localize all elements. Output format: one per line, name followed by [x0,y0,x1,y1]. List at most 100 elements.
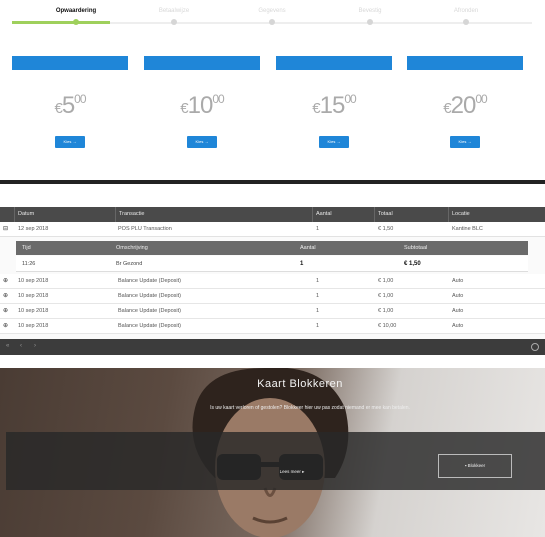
cell-amount: 1 [316,226,320,232]
amount-card-header [12,56,128,70]
amount-card-5: €500 Kies → [12,56,128,156]
col-header-total[interactable]: Totaal [374,207,393,222]
amount-card-header [276,56,392,70]
transactions-table: Datum Transactie Aantal Totaal Locatie ⊟… [0,207,545,355]
col-header-date[interactable]: Datum [14,207,34,222]
detail-cell-time: 11:26 [22,261,36,267]
col-header-location[interactable]: Locatie [448,207,470,222]
currency-symbol: € [54,100,62,117]
cell-location: Auto [452,308,464,314]
amount-card-header [407,56,523,70]
choose-10-button[interactable]: Kies → [187,136,217,148]
amount-price: €500 [12,82,128,119]
progress-stepper: Opwaardering Betaalwijze Gegevens Bevest… [12,0,532,34]
block-card-button[interactable]: ▪ Blokkeer [438,454,512,478]
step-3-dot [269,19,275,25]
detail-cell-amount: 1 [300,261,304,267]
step-4[interactable]: Bevestig [320,8,420,25]
collapse-row-icon[interactable]: ⊟ [3,222,8,237]
amount-cents: 00 [74,92,86,106]
cell-transaction: POS PLU Transaction [118,226,172,232]
step-5-label: Afronden [453,8,479,14]
expand-row-icon[interactable]: ⊕ [3,319,8,334]
choose-20-button[interactable]: Kies → [450,136,480,148]
hero-subtitle: Is uw kaart verloren of gestolen? Blokke… [210,405,410,411]
step-1-label: Opwaardering [55,8,97,14]
refresh-icon[interactable] [531,343,539,351]
detail-col-time: Tijd [22,245,31,251]
cell-date: 10 sep 2018 [18,293,49,299]
step-2[interactable]: Betaalwijze [124,8,224,25]
table-header: Datum Transactie Aantal Totaal Locatie [0,207,545,222]
expand-row-icon[interactable]: ⊕ [3,304,8,319]
first-page-icon[interactable]: « [6,343,9,349]
choose-15-button[interactable]: Kies → [319,136,349,148]
step-5[interactable]: Afronden [416,8,516,25]
currency-symbol: € [180,100,188,117]
hero-title: Kaart Blokkeren [257,378,343,390]
table-row[interactable]: ⊕ 10 sep 2018 Balance Update (Deposit) 1… [0,289,545,304]
table-row[interactable]: ⊕ 10 sep 2018 Balance Update (Deposit) 1… [0,319,545,334]
amount-cents: 00 [475,92,487,106]
cell-date: 12 sep 2018 [18,226,49,232]
prev-page-icon[interactable]: ‹ [20,343,22,349]
detail-cell-subtotal: € 1,50 [404,261,421,267]
amount-price: €2000 [407,82,523,119]
step-2-dot [171,19,177,25]
amount-whole: 10 [187,92,214,119]
detail-table-header: Tijd Omschrijving Aantal Subtotaal [16,241,528,255]
step-1[interactable]: Opwaardering [26,8,126,25]
step-3-label: Gegevens [258,8,286,14]
stepper-track-active [12,21,110,24]
amount-price: €1500 [276,82,392,119]
step-3[interactable]: Gegevens [222,8,322,25]
col-header-transaction[interactable]: Transactie [115,207,144,222]
step-1-dot [73,19,79,25]
cell-total: € 10,00 [378,323,397,329]
cell-transaction: Balance Update (Deposit) [118,278,181,284]
expand-row-icon[interactable]: ⊕ [3,289,8,304]
detail-table-row: 11:26 Br Gezond 1 € 1,50 [16,256,528,272]
step-4-dot [367,19,373,25]
table-row[interactable]: ⊕ 10 sep 2018 Balance Update (Deposit) 1… [0,274,545,289]
amount-card-header [144,56,260,70]
detail-col-subtotal: Subtotaal [404,245,428,251]
cell-location: Auto [452,323,464,329]
amount-price: €1000 [144,82,260,119]
cell-total: € 1,00 [378,293,394,299]
step-4-label: Bevestig [358,8,382,14]
cell-location: Auto [452,293,464,299]
step-5-dot [463,19,469,25]
cell-location: Kantine BLC [452,226,483,232]
amount-whole: 5 [61,92,75,119]
cell-date: 10 sep 2018 [18,278,49,284]
cell-total: € 1,00 [378,278,394,284]
cell-transaction: Balance Update (Deposit) [118,308,181,314]
expand-row-icon[interactable]: ⊕ [3,274,8,289]
amount-whole: 15 [319,92,346,119]
topup-amount-options: €500 Kies → €1000 Kies → €1500 Kies → €2… [12,56,524,156]
amount-card-20: €2000 Kies → [407,56,523,156]
table-pagination: « ‹ › [0,339,545,355]
amount-card-15: €1500 Kies → [276,56,392,156]
amount-card-10: €1000 Kies → [144,56,260,156]
table-row-expanded[interactable]: ⊟ 12 sep 2018 POS PLU Transaction 1 € 1,… [0,222,545,237]
section-divider [0,180,545,184]
cell-transaction: Balance Update (Deposit) [118,323,181,329]
choose-5-button[interactable]: Kies → [55,136,85,148]
cell-amount: 1 [316,293,320,299]
col-header-amount[interactable]: Aantal [312,207,332,222]
detail-col-amount: Aantal [300,245,316,251]
cell-date: 10 sep 2018 [18,323,49,329]
cell-total: € 1,00 [378,308,394,314]
step-2-label: Betaalwijze [158,8,190,14]
read-more-button[interactable]: Lees meer ▸ [262,465,322,479]
table-row[interactable]: ⊕ 10 sep 2018 Balance Update (Deposit) 1… [0,304,545,319]
next-page-icon[interactable]: › [34,343,36,349]
detail-col-description: Omschrijving [116,245,148,251]
currency-symbol: € [443,100,451,117]
amount-cents: 00 [344,92,356,106]
detail-cell-description: Br Gezond [116,261,143,267]
cell-amount: 1 [316,278,320,284]
cell-amount: 1 [316,308,320,314]
